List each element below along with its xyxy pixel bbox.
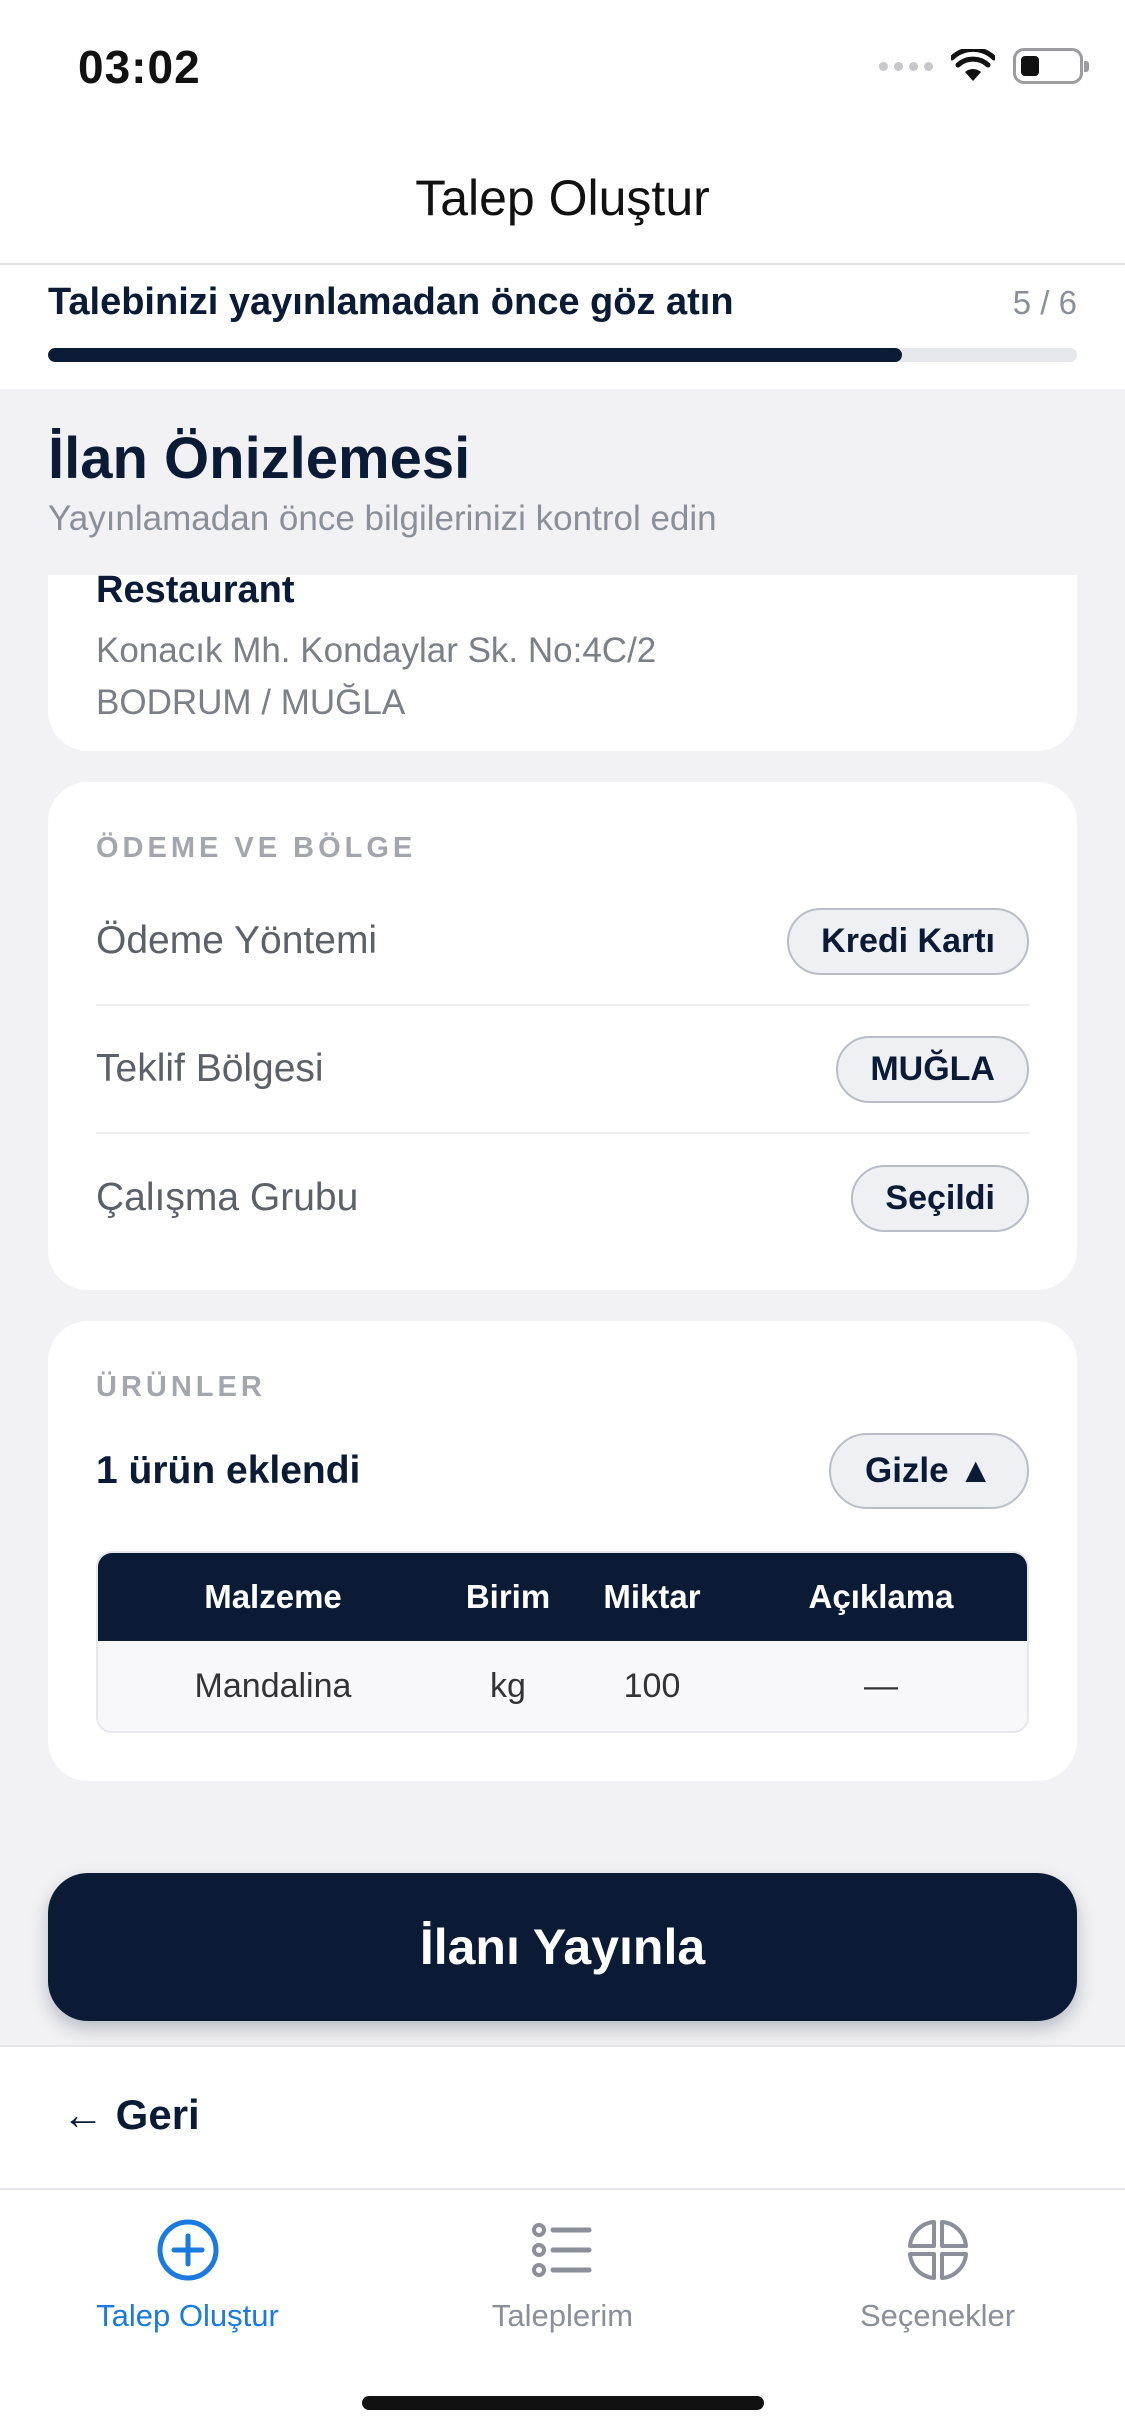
table-header: Malzeme Birim Miktar Açıklama: [98, 1553, 1027, 1641]
list-icon: [531, 2223, 591, 2277]
plus-circle-icon: [157, 2219, 218, 2281]
back-row: ← Geri: [0, 2045, 1125, 2188]
offer-region-label: Teklif Bölgesi: [96, 1047, 324, 1090]
back-button[interactable]: ← Geri: [62, 2091, 200, 2139]
products-card-label: ÜRÜNLER: [96, 1371, 266, 1403]
offer-region-badge: MUĞLA: [836, 1035, 1029, 1103]
products-summary-row: 1 ürün eklendi Gizle ▲: [96, 1431, 1029, 1511]
home-indicator: [362, 2396, 764, 2410]
payment-method-badge: Kredi Kartı: [787, 907, 1029, 975]
column-header-material: Malzeme: [204, 1578, 342, 1615]
progress-step-count: 5 / 6: [1012, 283, 1077, 321]
table-row: Mandalina kg 100 —: [98, 1641, 1027, 1731]
preview-title: İlan Önizlemesi: [48, 426, 471, 491]
preview-subtitle: Yayınlamadan önce bilgilerinizi kontrol …: [48, 499, 717, 538]
progress-text: Talebinizi yayınlamadan önce göz atın: [48, 281, 734, 323]
tab-options[interactable]: Seçenekler: [750, 2190, 1125, 2436]
work-group-badge: Seçildi: [851, 1164, 1029, 1232]
products-table: Malzeme Birim Miktar Açıklama Mandalina …: [96, 1551, 1029, 1733]
main-content: İlan Önizlemesi Yayınlamadan önce bilgil…: [0, 389, 1125, 2045]
work-group-row: Çalışma Grubu Seçildi: [96, 1134, 1029, 1262]
publish-listing-button[interactable]: İlanı Yayınla: [48, 1873, 1077, 2021]
grid-options-icon: [907, 2220, 968, 2280]
page-title: Talep Oluştur: [415, 169, 710, 226]
status-bar: 03:02: [0, 0, 1125, 132]
status-icons: [879, 48, 1089, 84]
progress-section: Talebinizi yayınlamadan önce göz atın 5 …: [0, 265, 1125, 389]
hide-products-button[interactable]: Gizle ▲: [828, 1433, 1029, 1509]
payment-region-card: ÖDEME VE BÖLGE Ödeme Yöntemi Kredi Kartı…: [48, 782, 1077, 1290]
column-header-unit: Birim: [465, 1578, 551, 1615]
payment-method-label: Ödeme Yöntemi: [96, 919, 378, 962]
offer-region-row: Teklif Bölgesi MUĞLA: [96, 1006, 1029, 1134]
cell-unit: kg: [490, 1666, 526, 1705]
address-line-1: Konacık Mh. Kondaylar Sk. No:4C/2: [96, 631, 657, 670]
status-time: 03:02: [78, 41, 201, 93]
payment-method-row: Ödeme Yöntemi Kredi Kartı: [96, 878, 1029, 1006]
signal-icon: [879, 61, 933, 71]
cell-description: —: [864, 1666, 898, 1705]
column-header-quantity: Miktar: [603, 1578, 701, 1615]
tab-create-request[interactable]: Talep Oluştur: [0, 2190, 375, 2436]
column-header-description: Açıklama: [808, 1578, 954, 1615]
address-card: Restaurant Konacık Mh. Kondaylar Sk. No:…: [48, 575, 1077, 751]
tab-label-options: Seçenekler: [859, 2298, 1016, 2333]
preview-scroll-area[interactable]: Restaurant Konacık Mh. Kondaylar Sk. No:…: [0, 575, 1125, 2045]
cell-quantity: 100: [623, 1666, 681, 1705]
address-line-2: BODRUM / MUĞLA: [96, 683, 406, 722]
battery-icon: [1013, 48, 1089, 84]
tab-label-my-requests: Taleplerim: [491, 2298, 634, 2333]
wifi-icon: [951, 49, 995, 81]
tab-label-create-request: Talep Oluştur: [96, 2298, 279, 2333]
nav-header: Talep Oluştur: [0, 132, 1125, 265]
payment-card-label: ÖDEME VE BÖLGE: [96, 832, 417, 864]
progress-bar-fill: [48, 348, 903, 362]
work-group-label: Çalışma Grubu: [96, 1176, 359, 1219]
products-card: ÜRÜNLER 1 ürün eklendi Gizle ▲ Malzeme B…: [48, 1321, 1077, 1781]
products-count: 1 ürün eklendi: [96, 1449, 361, 1492]
cell-material: Mandalina: [194, 1666, 352, 1705]
address-name: Restaurant: [96, 575, 295, 611]
progress-bar: [48, 348, 1077, 362]
